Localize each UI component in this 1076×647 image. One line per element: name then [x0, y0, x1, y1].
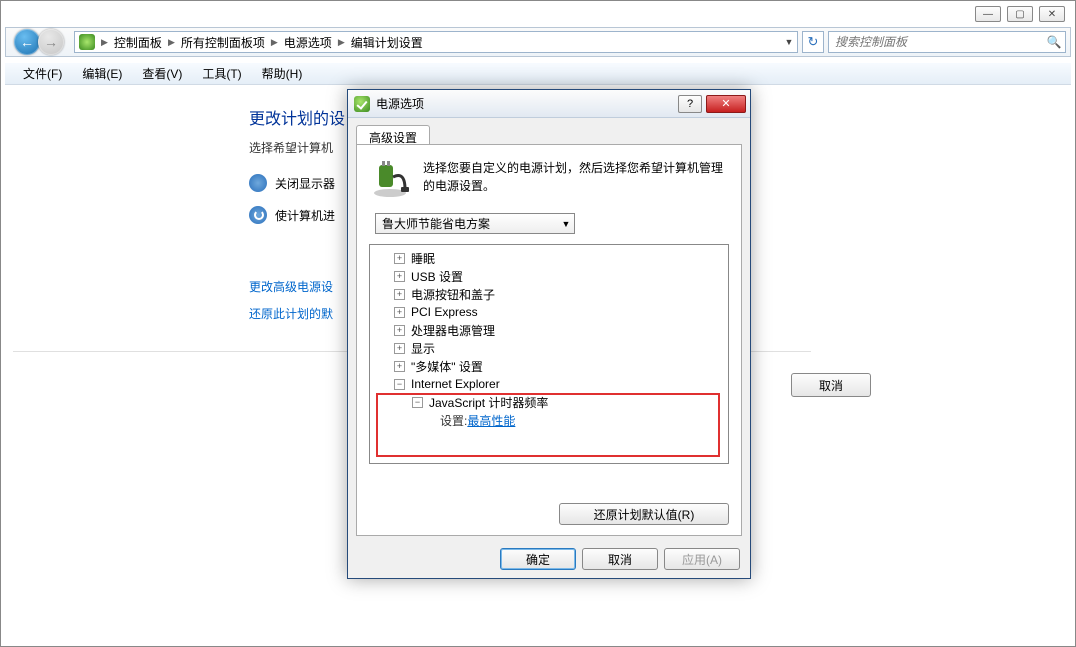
display-off-label: 关闭显示器: [275, 175, 335, 192]
display-icon: [249, 174, 267, 192]
minimize-button[interactable]: —: [975, 6, 1001, 22]
menu-tools[interactable]: 工具(T): [192, 63, 251, 84]
dialog-titlebar[interactable]: 电源选项 ? ✕: [348, 90, 750, 118]
tree-node-processor[interactable]: + 处理器电源管理: [372, 321, 726, 339]
crumb-power-options[interactable]: 电源选项: [280, 34, 336, 51]
address-dropdown[interactable]: ▼: [781, 37, 797, 47]
menu-edit[interactable]: 编辑(E): [72, 63, 132, 84]
chevron-right-icon[interactable]: ▶: [166, 37, 177, 48]
menu-bar: 文件(F) 编辑(E) 查看(V) 工具(T) 帮助(H): [5, 63, 1071, 85]
tree-node-js-timer[interactable]: −JavaScript 计时器频率: [372, 393, 726, 411]
tree-label: USB 设置: [409, 268, 463, 285]
cancel-button[interactable]: 取消: [582, 548, 658, 570]
tree-node-internet-explorer[interactable]: −Internet Explorer: [372, 375, 726, 393]
menu-file[interactable]: 文件(F): [13, 63, 72, 84]
tree-label: 处理器电源管理: [409, 322, 495, 339]
tree-node-multimedia[interactable]: + "多媒体" 设置: [372, 357, 726, 375]
chevron-right-icon[interactable]: ▶: [336, 37, 347, 48]
tab-strip: 高级设置: [348, 118, 750, 144]
tree-node-usb[interactable]: + USB 设置: [372, 267, 726, 285]
search-icon[interactable]: 🔍: [1043, 35, 1065, 49]
menu-help[interactable]: 帮助(H): [252, 63, 313, 84]
power-icon: [354, 96, 370, 112]
nav-bar: ← → ▶ 控制面板 ▶ 所有控制面板项 ▶ 电源选项 ▶ 编辑计划设置 ▼ ↻…: [5, 27, 1071, 57]
restore-plan-defaults-button[interactable]: 还原计划默认值(R): [559, 503, 729, 525]
tree-label: JavaScript 计时器频率: [427, 394, 548, 411]
explorer-window: — ▢ ✕ ← → ▶ 控制面板 ▶ 所有控制面板项 ▶ 电源选项 ▶ 编辑计划…: [0, 0, 1076, 647]
back-button[interactable]: ←: [14, 29, 40, 55]
maximize-button[interactable]: ▢: [1007, 6, 1033, 22]
tree-node-display[interactable]: + 显示: [372, 339, 726, 357]
close-button[interactable]: ✕: [1039, 6, 1065, 22]
dialog-title: 电源选项: [376, 95, 678, 112]
tree-node-sleep[interactable]: + 睡眠: [372, 249, 726, 267]
tab-pane: 选择您要自定义的电源计划，然后选择您希望计算机管理的电源设置。 鲁大师节能省电方…: [356, 144, 742, 536]
chevron-right-icon[interactable]: ▶: [269, 37, 280, 48]
setting-label: 设置:: [440, 412, 467, 429]
dialog-body: 高级设置 选择您要自定义的电源计划，然后选择您希望计算机管理的电源设置。 鲁大师…: [348, 118, 750, 578]
tree-node-js-timer-setting[interactable]: 设置: 最高性能: [372, 411, 726, 429]
dialog-footer: 确定 取消 应用(A): [348, 540, 750, 578]
sleep-label: 使计算机进: [275, 207, 335, 224]
setting-value[interactable]: 最高性能: [467, 412, 515, 429]
collapse-icon[interactable]: −: [412, 397, 423, 408]
crumb-edit-plan[interactable]: 编辑计划设置: [347, 34, 427, 51]
page-cancel-button[interactable]: 取消: [791, 373, 871, 397]
expand-icon[interactable]: +: [394, 361, 405, 372]
dialog-close-button[interactable]: ✕: [706, 95, 746, 113]
expand-icon[interactable]: +: [394, 271, 405, 282]
apply-button[interactable]: 应用(A): [664, 548, 740, 570]
search-input[interactable]: [829, 35, 1043, 49]
ok-button[interactable]: 确定: [500, 548, 576, 570]
tree-label: Internet Explorer: [409, 377, 500, 391]
power-options-dialog: 电源选项 ? ✕ 高级设置 选择您要自定义的电源计划，然后选择您希望计算机管理的…: [347, 89, 751, 579]
battery-plug-icon: [369, 157, 411, 199]
tree-node-pci-express[interactable]: + PCI Express: [372, 303, 726, 321]
breadcrumb-icon: [79, 34, 95, 50]
window-controls: — ▢ ✕: [975, 6, 1065, 22]
settings-tree[interactable]: + 睡眠 + USB 设置 + 电源按钮和盖子 + PCI Express + 处理器电源…: [369, 244, 729, 464]
tree-label: 显示: [409, 340, 435, 357]
expand-icon[interactable]: +: [394, 307, 405, 318]
chevron-right-icon[interactable]: ▶: [99, 37, 110, 48]
tree-label: 睡眠: [409, 250, 435, 267]
crumb-all-items[interactable]: 所有控制面板项: [177, 34, 269, 51]
sleep-icon: [249, 206, 267, 224]
collapse-icon[interactable]: −: [394, 379, 405, 390]
search-box[interactable]: 🔍: [828, 31, 1066, 53]
info-text: 选择您要自定义的电源计划，然后选择您希望计算机管理的电源设置。: [423, 157, 729, 199]
expand-icon[interactable]: +: [394, 289, 405, 300]
power-plan-select[interactable]: 鲁大师节能省电方案 ▼: [375, 213, 575, 234]
power-plan-selected: 鲁大师节能省电方案: [382, 215, 490, 232]
refresh-button[interactable]: ↻: [802, 31, 824, 53]
tree-label: "多媒体" 设置: [409, 358, 483, 375]
forward-button[interactable]: →: [38, 29, 64, 55]
expand-icon[interactable]: +: [394, 325, 405, 336]
crumb-control-panel[interactable]: 控制面板: [110, 34, 166, 51]
tree-label: PCI Express: [409, 305, 478, 319]
dialog-help-button[interactable]: ?: [678, 95, 702, 113]
info-row: 选择您要自定义的电源计划，然后选择您希望计算机管理的电源设置。: [369, 157, 729, 199]
dropdown-icon: ▼: [558, 219, 574, 229]
address-bar[interactable]: ▶ 控制面板 ▶ 所有控制面板项 ▶ 电源选项 ▶ 编辑计划设置 ▼: [74, 31, 798, 53]
menu-view[interactable]: 查看(V): [132, 63, 192, 84]
tree-label: 电源按钮和盖子: [409, 286, 495, 303]
tree-node-buttons-lid[interactable]: + 电源按钮和盖子: [372, 285, 726, 303]
expand-icon[interactable]: +: [394, 343, 405, 354]
expand-icon[interactable]: +: [394, 253, 405, 264]
nav-buttons: ← →: [6, 27, 70, 57]
